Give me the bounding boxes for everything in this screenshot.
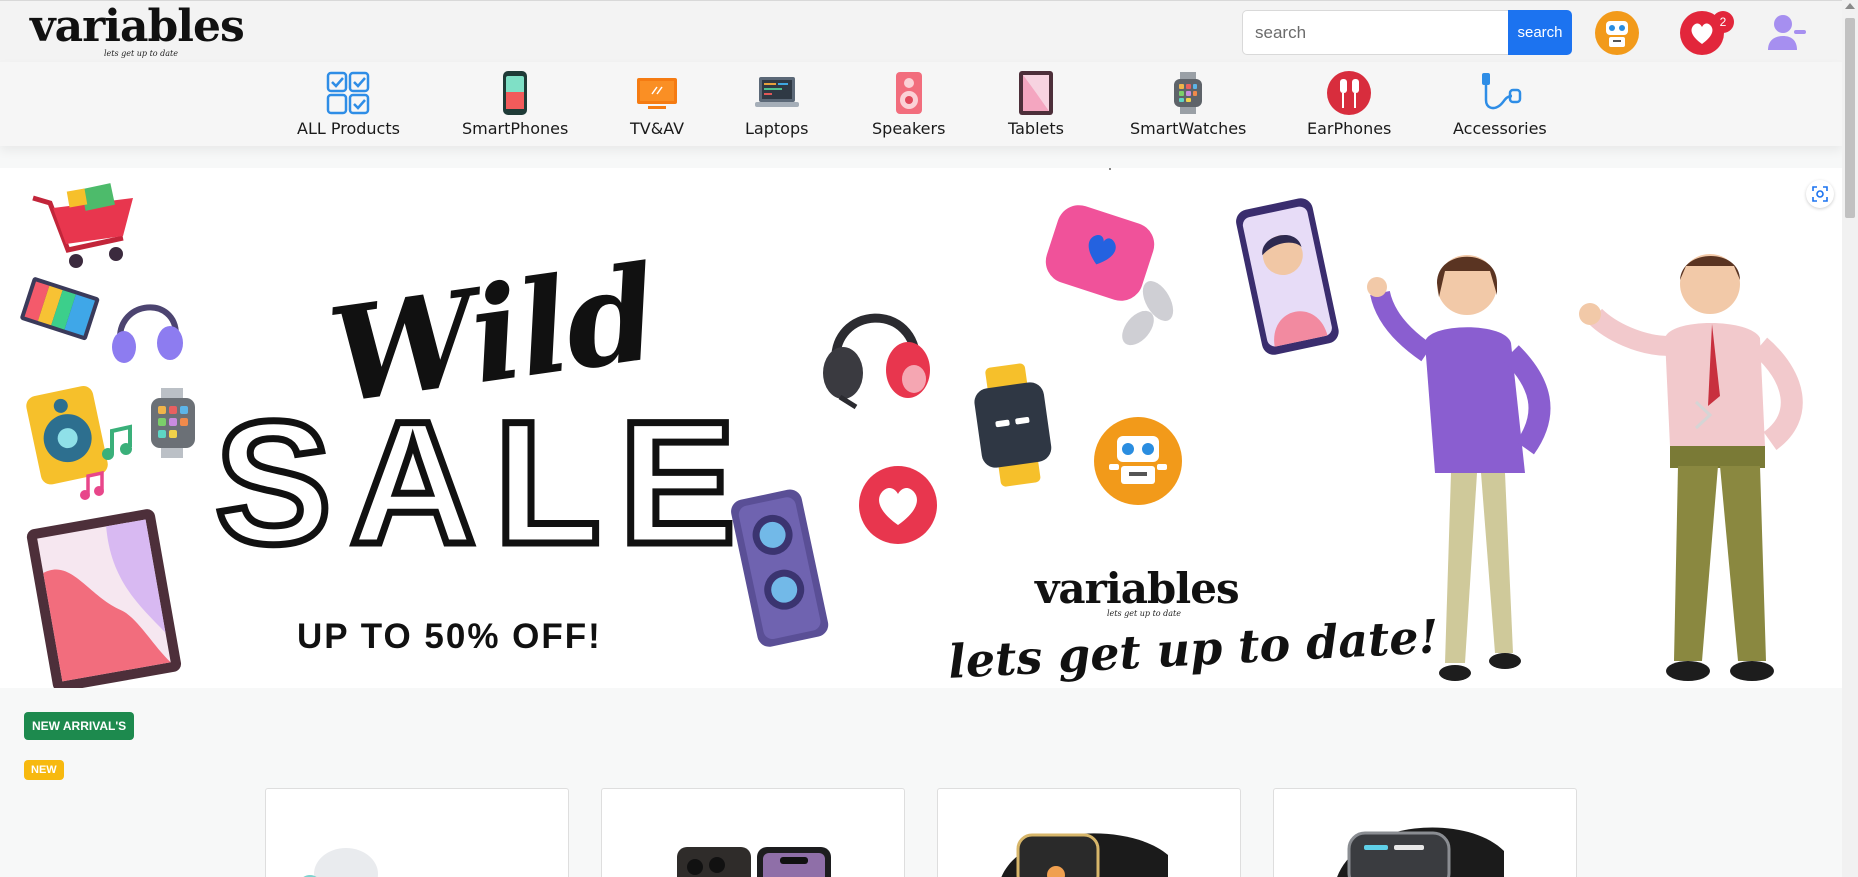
smartwatch-icon — [151, 388, 195, 458]
tablet-icon — [1018, 71, 1053, 115]
category-label: SmartPhones — [462, 119, 569, 138]
product-card[interactable] — [937, 788, 1241, 877]
music-note-icon — [102, 424, 132, 460]
robot-assistant-button[interactable] — [1593, 9, 1641, 57]
earbud-product-image — [303, 848, 378, 877]
smartwatch-icon — [974, 363, 1052, 487]
user-icon — [1768, 15, 1806, 50]
logo-tagline: lets get up to date — [104, 49, 178, 58]
category-label: SmartWatches — [1130, 119, 1247, 138]
scan-icon — [1812, 186, 1828, 202]
category-label: Speakers — [872, 119, 946, 138]
product-card[interactable] — [1273, 788, 1577, 877]
product-card[interactable] — [601, 788, 905, 877]
hero-headline-sale: SALE — [212, 386, 754, 581]
speaker-icon — [895, 72, 922, 114]
phone-video-call-icon — [1236, 198, 1339, 355]
earphones-icon — [1327, 71, 1372, 115]
search-bar: search — [1242, 10, 1572, 55]
top-bar: variables lets get up to date search 2 — [0, 0, 1842, 62]
wishlist-count-badge: 2 — [1712, 11, 1734, 33]
smartwatch-product-image — [1337, 827, 1504, 877]
hero-brand-logo: variables — [1035, 564, 1240, 613]
music-note-icon — [80, 470, 104, 500]
smartwatch-product-image — [1001, 833, 1168, 877]
category-tablets[interactable]: Tablets — [1008, 70, 1064, 138]
category-label: Tablets — [1008, 119, 1064, 138]
smartphone-icon — [503, 71, 528, 115]
smartphone-product-image — [677, 847, 831, 877]
image-search-button[interactable] — [1806, 180, 1834, 208]
category-smartphones[interactable]: SmartPhones — [462, 70, 568, 138]
scroll-up-arrow-icon[interactable] — [1845, 3, 1855, 9]
category-accessories[interactable]: Accessories — [1453, 70, 1547, 138]
category-label: Laptops — [745, 119, 809, 138]
category-laptops[interactable]: Laptops — [745, 70, 808, 138]
product-card[interactable] — [265, 788, 569, 877]
new-arrivals-badge: NEW ARRIVAL'S — [24, 712, 135, 740]
heart-icon — [859, 466, 937, 544]
page: variables lets get up to date search 2 — [0, 0, 1858, 877]
carousel-indicator[interactable] — [1109, 168, 1111, 170]
cable-accessory-icon — [1481, 73, 1522, 110]
page-scrollbar[interactable] — [1842, 0, 1858, 877]
category-label: Accessories — [1453, 119, 1547, 138]
search-button[interactable]: search — [1508, 10, 1572, 55]
laptop-icon — [754, 77, 799, 107]
user-account-button[interactable] — [1763, 9, 1811, 57]
category-tv-av[interactable]: TV&AV — [630, 70, 684, 138]
shopping-cart-icon — [32, 183, 133, 268]
earbuds-case-icon — [1045, 205, 1174, 346]
smartwatch-icon — [1174, 72, 1203, 114]
robot-icon — [1094, 417, 1182, 505]
category-nav: ALL Products SmartPhones TV&AV Laptops S… — [0, 62, 1842, 146]
grid-checklist-icon — [327, 71, 370, 115]
search-input[interactable] — [1242, 10, 1508, 55]
category-label: ALL Products — [297, 119, 400, 138]
speaker-icon — [731, 489, 829, 647]
hero-brand-tagline: lets get up to date — [1107, 609, 1181, 618]
headphones-icon — [112, 304, 183, 363]
robot-assistant-icon — [1595, 11, 1639, 55]
hero-offer-text: UP TO 50% OFF! — [297, 617, 602, 656]
new-badge: NEW — [24, 760, 64, 780]
site-logo[interactable]: variables lets get up to date — [30, 1, 245, 59]
tv-icon — [20, 277, 100, 341]
hero-banner[interactable]: Wild SALE UP TO 50% OFF! variables lets … — [0, 168, 1842, 688]
carousel-next-chevron-icon[interactable] — [1688, 398, 1718, 432]
headphones-icon — [823, 313, 930, 410]
logo-text: variables — [30, 1, 245, 52]
man-thumbs-up-illustration — [1579, 254, 1803, 681]
category-speakers[interactable]: Speakers — [872, 70, 945, 138]
scroll-thumb[interactable] — [1845, 18, 1855, 218]
tablet-icon — [26, 509, 182, 688]
tv-icon — [637, 78, 678, 109]
category-all-products[interactable]: ALL Products — [297, 70, 400, 138]
category-smartwatches[interactable]: SmartWatches — [1130, 70, 1246, 138]
category-label: EarPhones — [1307, 119, 1392, 138]
category-earphones[interactable]: EarPhones — [1307, 70, 1391, 138]
wishlist-button[interactable]: 2 — [1678, 9, 1734, 57]
category-label: TV&AV — [630, 119, 685, 138]
